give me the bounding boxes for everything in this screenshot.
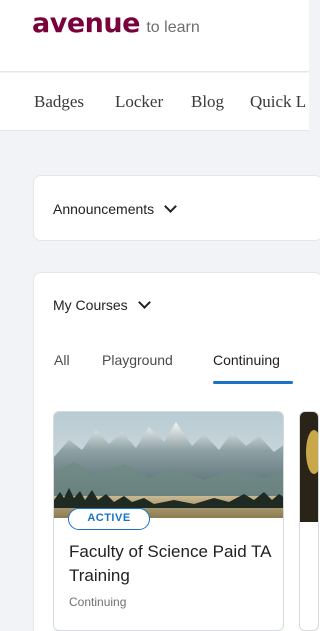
tab-playground[interactable]: Playground [102, 352, 173, 368]
course-image [300, 412, 318, 522]
course-subtitle: Continuing [69, 595, 127, 609]
course-card[interactable]: ACTIVE Faculty of Science Paid TA Traini… [53, 411, 284, 631]
status-badge: ACTIVE [68, 508, 150, 530]
nav-item-locker[interactable]: Locker [115, 92, 163, 112]
nav-item-badges[interactable]: Badges [34, 92, 84, 112]
announcements-title: Announcements [53, 201, 155, 217]
course-card[interactable] [299, 411, 319, 631]
avenue-logo[interactable]: avenue to learn [32, 8, 200, 39]
nav-item-quick-links[interactable]: Quick L [250, 92, 306, 112]
announcements-header[interactable]: Announcements [53, 200, 178, 217]
my-courses-header[interactable]: My Courses [53, 296, 151, 313]
nav-bar: Badges Locker Blog Quick L [0, 73, 309, 131]
tab-all[interactable]: All [54, 352, 70, 368]
my-courses-title: My Courses [53, 297, 128, 313]
site-header: avenue to learn [0, 0, 309, 72]
course-title[interactable]: Faculty of Science Paid TA Training [69, 540, 279, 588]
logo-main-text: avenue [32, 8, 140, 39]
chevron-down-icon [164, 200, 178, 213]
active-tab-indicator [213, 381, 293, 384]
course-image [54, 412, 283, 518]
logo-sub-text: to learn [146, 19, 200, 36]
nav-item-blog[interactable]: Blog [191, 92, 224, 112]
tab-continuing[interactable]: Continuing [213, 352, 280, 368]
chevron-down-icon [137, 296, 151, 309]
